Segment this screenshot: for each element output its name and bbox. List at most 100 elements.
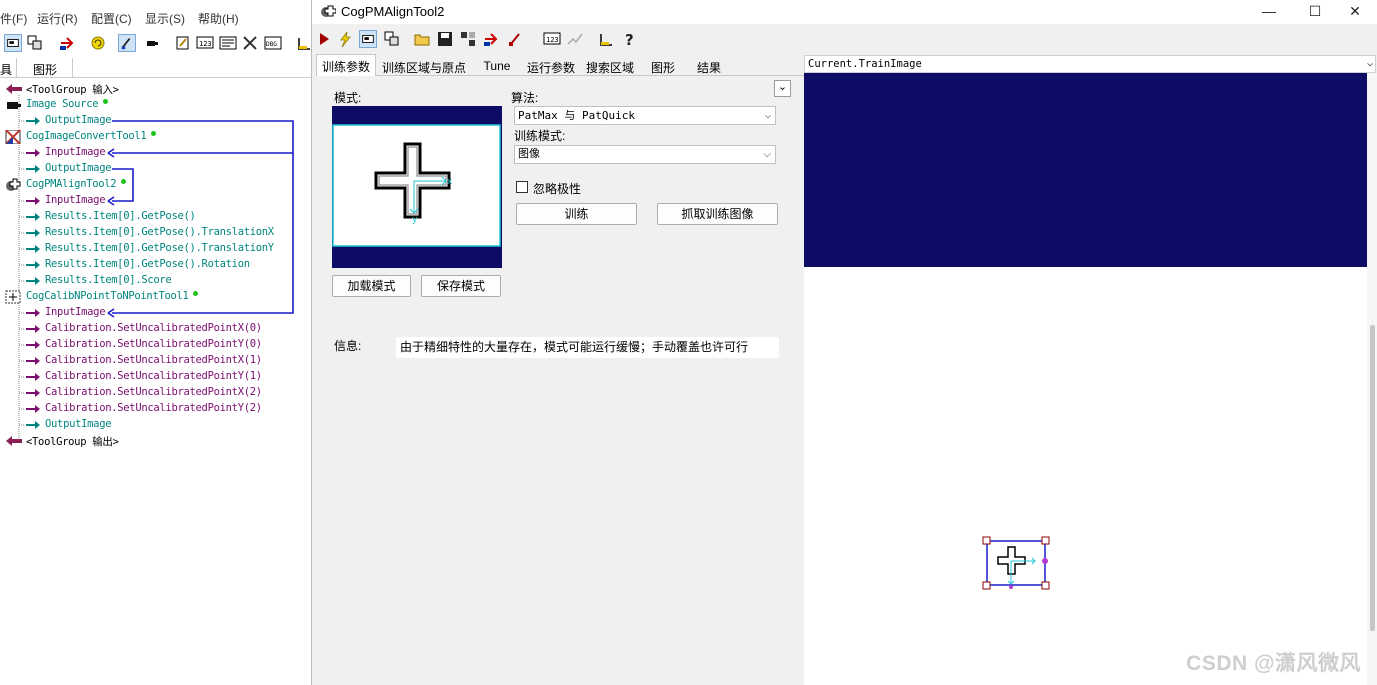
tree-row[interactable]: Calibration.SetUncalibratedPointX(0) <box>0 321 300 337</box>
measure-icon-2[interactable] <box>597 30 615 48</box>
output-arrow-icon <box>26 229 40 237</box>
pmalign-window: CogPMAlignTool2 — ☐ ✕ 123 ? 训练参数 训练区域与原点… <box>311 0 1377 685</box>
tree-row-label: <ToolGroup 输出> <box>26 436 119 448</box>
pmalign-app-icon <box>321 5 336 17</box>
image-display[interactable]: CSDN @潇风微风 <box>804 73 1367 685</box>
job-editor-panel: 件(F) 运行(R) 配置(C) 显示(S) 帮助(H) 123 DBG 具 图… <box>0 0 311 685</box>
tree-row[interactable]: Results.Item[0].Score <box>0 273 300 289</box>
output-arrow-icon <box>26 261 40 269</box>
tab-results[interactable]: 结果 <box>686 56 732 76</box>
tool-tree-icon[interactable] <box>26 34 44 52</box>
image-selector[interactable]: Current.TrainImage ⌵ <box>804 55 1376 73</box>
refresh-icon[interactable] <box>89 34 107 52</box>
link-icon[interactable] <box>58 34 76 52</box>
tree-row[interactable]: <ToolGroup 输入> <box>0 81 300 97</box>
train-params-panel: 模式: x y 加载模式 保存模式 算法: PatMax 与 PatQuick … <box>316 76 804 685</box>
tools-icon[interactable] <box>241 34 259 52</box>
tool-group-input-icon <box>6 84 22 94</box>
run-continuous-icon[interactable] <box>336 30 354 48</box>
train-mode-select[interactable]: 图像 ⌵ <box>514 145 776 164</box>
brush-icon-2[interactable] <box>506 30 524 48</box>
output-arrow-icon <box>26 117 40 125</box>
tree-row[interactable]: Calibration.SetUncalibratedPointY(2) <box>0 401 300 417</box>
camera-icon <box>7 102 21 109</box>
tab-graphics[interactable]: 图形 <box>33 61 57 78</box>
input-arrow-icon <box>26 325 40 333</box>
menu-config[interactable]: 配置(C) <box>91 10 132 27</box>
tree-row[interactable]: Calibration.SetUncalibratedPointX(2) <box>0 385 300 401</box>
save-pattern-button[interactable]: 保存模式 <box>421 275 501 297</box>
tree-row[interactable]: Results.Item[0].GetPose().TranslationX <box>0 225 300 241</box>
tab-search-region[interactable]: 搜索区域 <box>580 56 640 76</box>
tree-row[interactable]: Calibration.SetUncalibratedPointY(0) <box>0 337 300 353</box>
help-icon[interactable]: ? <box>620 30 638 48</box>
train-region-graphic[interactable] <box>980 535 1052 597</box>
train-button[interactable]: 训练 <box>516 203 637 225</box>
tree-row[interactable]: Results.Item[0].GetPose() <box>0 209 300 225</box>
tree-row[interactable]: <ToolGroup 输出> <box>0 433 300 449</box>
measure-icon[interactable] <box>295 34 311 52</box>
menu-file[interactable]: 件(F) <box>0 10 27 27</box>
tree-row-label: Calibration.SetUncalibratedPointY(0) <box>45 338 262 350</box>
load-pattern-button[interactable]: 加载模式 <box>332 275 411 297</box>
tree-row-label: Calibration.SetUncalibratedPointY(1) <box>45 370 262 382</box>
svg-text:DBG: DBG <box>266 41 277 48</box>
tab-tools[interactable]: 具 <box>0 61 12 78</box>
debug-icon[interactable]: DBG <box>264 34 282 52</box>
tool-tree-icon-2[interactable] <box>383 30 401 48</box>
tree-row-label: CogImageConvertTool1 <box>26 130 147 142</box>
tree-row[interactable]: Calibration.SetUncalibratedPointX(1) <box>0 353 300 369</box>
tab-train-region[interactable]: 训练区域与原点 <box>378 56 470 76</box>
svg-text:?: ? <box>625 31 634 48</box>
menu-help[interactable]: 帮助(H) <box>198 10 239 27</box>
grab-train-image-button[interactable]: 抓取训练图像 <box>657 203 778 225</box>
tree-row[interactable]: Results.Item[0].GetPose().TranslationY <box>0 241 300 257</box>
input-arrow-icon <box>26 149 40 157</box>
menu-display[interactable]: 显示(S) <box>145 10 185 27</box>
view-icon[interactable] <box>4 34 22 52</box>
close-button[interactable]: ✕ <box>1332 0 1377 24</box>
numeric-icon[interactable]: 123 <box>196 34 214 52</box>
minimize-button[interactable]: — <box>1246 0 1292 24</box>
pattern-label: 模式: <box>334 91 362 105</box>
view-icon-2[interactable] <box>359 30 377 48</box>
tree-row[interactable]: OutputImage <box>0 113 300 129</box>
output-arrow-icon <box>26 165 40 173</box>
tree-row[interactable]: CogImageConvertTool1 <box>0 129 300 145</box>
tree-row[interactable]: CogPMAlignTool2 <box>0 177 300 193</box>
input-arrow-icon <box>26 389 40 397</box>
tab-graphics[interactable]: 图形 <box>640 56 686 76</box>
vertical-scrollbar[interactable] <box>1367 73 1377 685</box>
ignore-polarity-checkbox[interactable] <box>516 181 528 193</box>
tree-row[interactable]: OutputImage <box>0 417 300 433</box>
terminal-icon[interactable] <box>219 34 237 52</box>
image-display-pane: Current.TrainImage ⌵ CSDN @潇风微风 <box>804 52 1377 685</box>
brush-icon[interactable] <box>118 34 136 52</box>
tab-train-params[interactable]: 训练参数 <box>316 54 376 76</box>
tree-row[interactable]: CogCalibNPointToNPointTool1 <box>0 289 300 305</box>
save-icon[interactable] <box>436 30 454 48</box>
tree-row-label: OutputImage <box>45 114 112 126</box>
chart-disabled-icon <box>567 33 583 45</box>
tree-row[interactable]: Image Source <box>0 97 300 113</box>
scrollbar-thumb[interactable] <box>1370 325 1375 631</box>
edit-icon[interactable] <box>174 34 192 52</box>
tab-tune[interactable]: Tune <box>472 56 522 76</box>
tree-row[interactable]: InputImage <box>0 145 300 161</box>
link-icon-2[interactable] <box>482 30 500 48</box>
algorithm-value: PatMax 与 PatQuick <box>518 109 635 122</box>
grid-icon[interactable] <box>459 30 477 48</box>
tree-row[interactable]: Results.Item[0].GetPose().Rotation <box>0 257 300 273</box>
open-folder-icon[interactable] <box>413 30 431 48</box>
record-icon[interactable] <box>143 34 161 52</box>
collapse-button[interactable]: ⌄ <box>774 80 791 97</box>
tree-row[interactable]: InputImage <box>0 193 300 209</box>
tab-run-params[interactable]: 运行参数 <box>522 56 580 76</box>
menu-run[interactable]: 运行(R) <box>37 10 78 27</box>
algorithm-select[interactable]: PatMax 与 PatQuick ⌵ <box>514 106 776 125</box>
tree-row[interactable]: Calibration.SetUncalibratedPointY(1) <box>0 369 300 385</box>
tree-row[interactable]: InputImage <box>0 305 300 321</box>
numeric-icon-2[interactable]: 123 <box>543 30 561 48</box>
tree-row[interactable]: OutputImage <box>0 161 300 177</box>
run-icon[interactable] <box>315 30 333 48</box>
